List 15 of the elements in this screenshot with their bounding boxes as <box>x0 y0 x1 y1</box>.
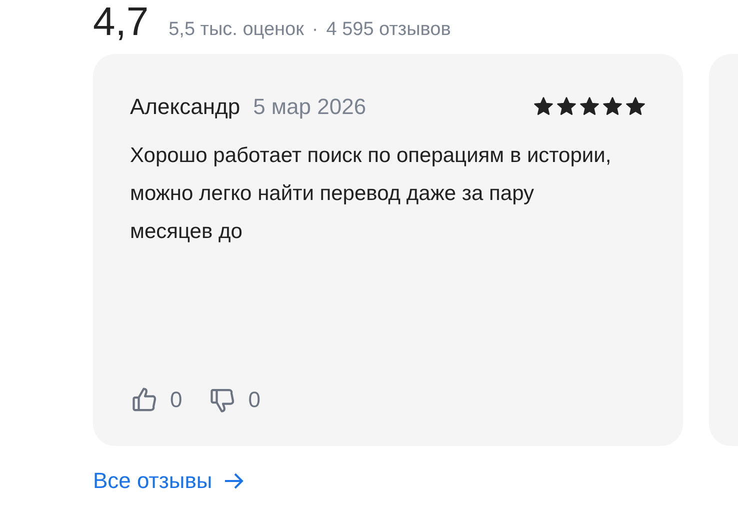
reviews-count: 4 595 отзывов <box>326 18 451 42</box>
star-icon <box>625 96 646 117</box>
star-icon <box>556 96 577 117</box>
separator-dot: · <box>312 18 318 42</box>
star-icon <box>602 96 623 117</box>
dislike-count: 0 <box>248 386 260 414</box>
rating-value: 4,7 <box>93 0 149 44</box>
author-name: Александр <box>130 93 240 121</box>
review-text: Хорошо работает поиск по операциям в истории, можно легко найти перевод даже за пару месяцев до <box>130 143 612 245</box>
ratings-count: 5,5 тыс. оценок <box>168 18 304 42</box>
star-icon <box>579 96 600 117</box>
like-count: 0 <box>170 386 182 414</box>
review-date: 5 мар 2026 <box>253 93 366 121</box>
star-icon <box>533 96 554 117</box>
all-reviews-link[interactable]: Все отзывы <box>93 464 246 497</box>
